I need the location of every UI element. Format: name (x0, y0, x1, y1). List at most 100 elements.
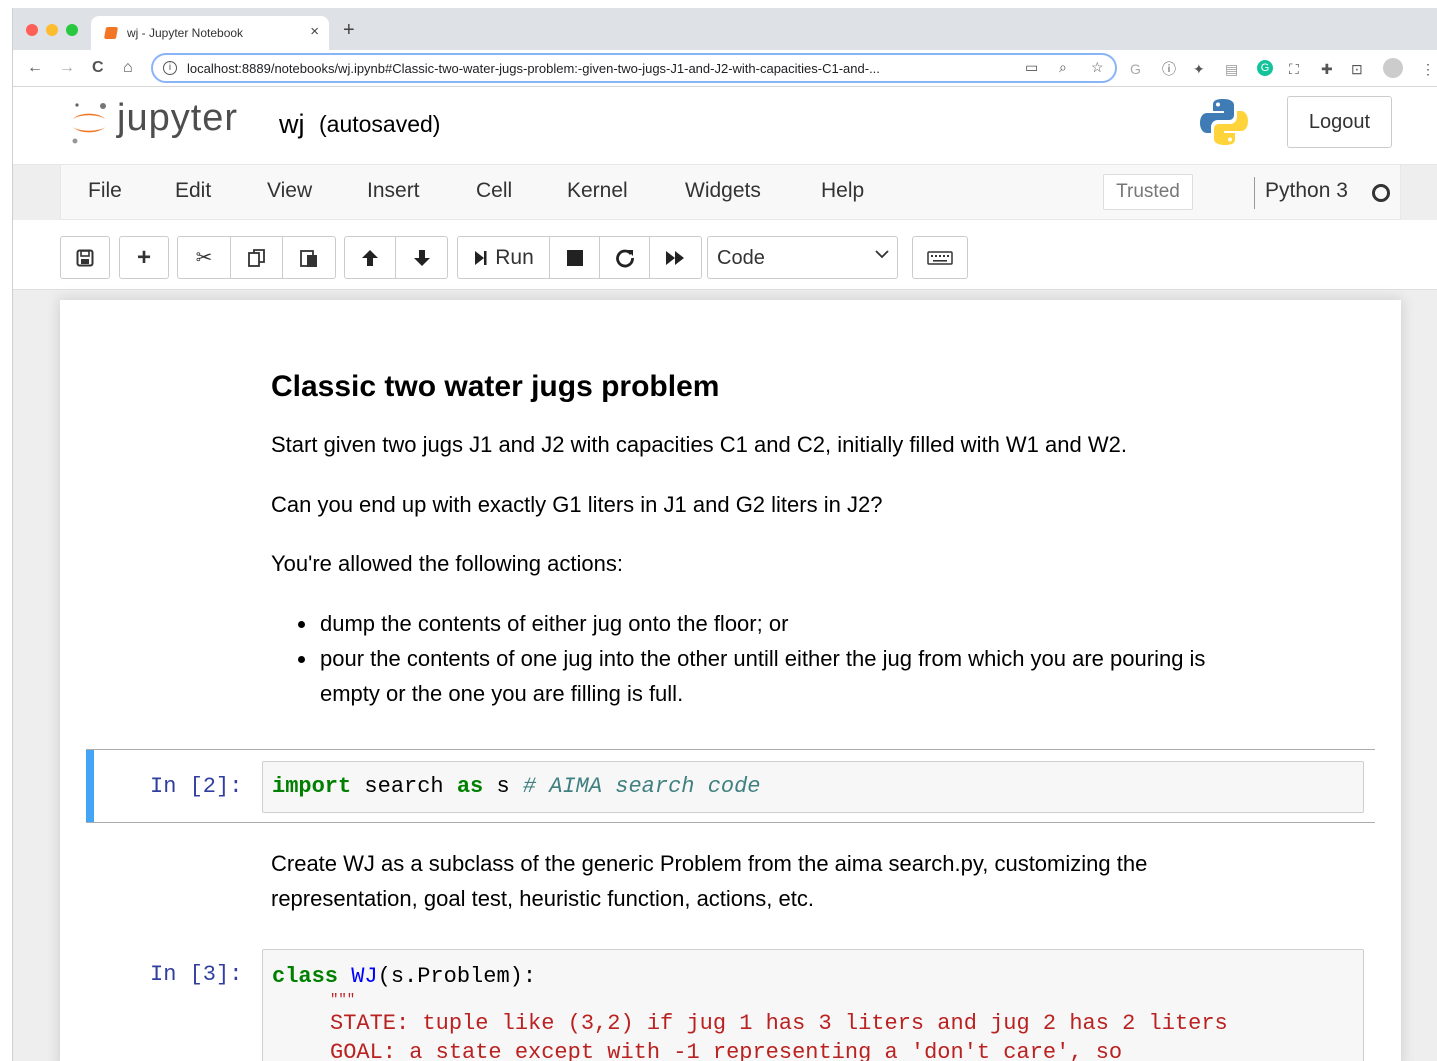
stop-icon (566, 249, 583, 266)
menu-edit[interactable]: Edit (175, 179, 211, 203)
extension-pin-icon[interactable]: ✦ (1193, 60, 1205, 78)
browser-toolbar: ← → C ⌂ i localhost:8889/notebooks/wj.ip… (13, 50, 1437, 87)
browser-menu-icon[interactable]: ⋮ (1421, 60, 1435, 78)
notebook-name[interactable]: wj (279, 109, 305, 140)
code-editor[interactable]: import search as s # AIMA search code (262, 761, 1364, 813)
extension-info-icon[interactable]: ⓘ (1162, 60, 1176, 78)
notebook-body: File Edit View Insert Cell Kernel Widget… (13, 165, 1437, 1061)
cast-icon[interactable]: ⊡ (1351, 60, 1363, 78)
arrow-down-icon (413, 249, 430, 266)
extension-clipboard-icon[interactable]: ▤ (1225, 60, 1238, 78)
profile-avatar-icon[interactable] (1383, 58, 1403, 78)
toolbar-group-save (60, 236, 110, 279)
markdown-paragraph: Start given two jugs J1 and J2 with capa… (271, 432, 1127, 457)
menu-cell[interactable]: Cell (476, 179, 512, 203)
code-text: s (483, 774, 523, 799)
code-editor[interactable]: class WJ(s.Problem): """ STATE: tuple like… (262, 949, 1364, 1061)
forward-button[interactable]: → (59, 58, 75, 78)
insert-cell-button[interactable]: + (120, 237, 168, 278)
extensions-puzzle-icon[interactable]: ✚ (1321, 60, 1333, 78)
jupyter-logo-text: jupyter (117, 97, 239, 139)
code-docstring: STATE: tuple like (3,2) if jug 1 has 3 l… (330, 1011, 1228, 1036)
copy-button[interactable] (231, 237, 283, 278)
logout-button[interactable]: Logout (1287, 96, 1392, 148)
copy-icon (247, 248, 265, 267)
plus-icon: + (136, 243, 151, 271)
tab-strip: wj - Jupyter Notebook × + (13, 8, 1437, 50)
minimize-window-button[interactable] (46, 24, 58, 36)
list-item: pour the contents of one jug into the ot… (320, 646, 1206, 671)
move-down-button[interactable] (396, 237, 447, 278)
code-keyword: as (456, 774, 484, 799)
back-button[interactable]: ← (27, 58, 43, 78)
code-docstring: """ (330, 992, 356, 1008)
grammarly-icon[interactable]: G (1257, 60, 1273, 76)
tab-close-icon[interactable]: × (310, 23, 319, 40)
browser-tab-active[interactable]: wj - Jupyter Notebook × (91, 16, 329, 50)
interrupt-button[interactable] (550, 237, 600, 278)
home-button[interactable]: ⌂ (123, 58, 133, 78)
markdown-paragraph: Create WJ as a subclass of the generic P… (271, 851, 1148, 876)
address-bar[interactable]: i localhost:8889/notebooks/wj.ipynb#Clas… (151, 53, 1117, 83)
list-item-continuation: empty or the one you are filling is full… (320, 681, 684, 706)
code-keyword: class (272, 964, 339, 989)
bookmark-star-icon[interactable]: ☆ (1091, 59, 1104, 76)
cell-type-select[interactable]: Code (707, 236, 898, 279)
paste-button[interactable] (283, 237, 335, 278)
restart-button[interactable] (600, 237, 650, 278)
screenshot-icon[interactable]: ⛶ (1289, 60, 1299, 78)
menu-help[interactable]: Help (821, 179, 864, 203)
move-up-button[interactable] (345, 237, 396, 278)
site-info-icon[interactable]: i (163, 61, 177, 75)
autosave-status: (autosaved) (319, 111, 441, 137)
notebook-toolbar: + ✂ Run Code (13, 220, 1437, 290)
maximize-window-button[interactable] (66, 24, 78, 36)
fast-forward-icon (665, 250, 684, 265)
menu-view[interactable]: View (267, 179, 312, 203)
markdown-paragraph: You're allowed the following actions: (271, 551, 623, 576)
cell-prompt: In [3]: (150, 962, 243, 987)
menu-kernel[interactable]: Kernel (567, 179, 628, 203)
scissors-icon: ✂ (195, 247, 213, 269)
toolbar-group-move (344, 236, 448, 279)
list-item: dump the contents of either jug onto the… (320, 611, 789, 636)
markdown-paragraph: representation, goal test, heuristic fun… (271, 886, 814, 911)
toolbar-group-run: Run (457, 236, 702, 279)
markdown-heading: Classic two water jugs problem (271, 370, 720, 403)
address-url[interactable]: localhost:8889/notebooks/wj.ipynb#Classi… (187, 61, 1009, 76)
command-palette-button[interactable] (912, 236, 968, 279)
menu-file[interactable]: File (88, 179, 122, 203)
kernel-name[interactable]: Python 3 (1265, 179, 1348, 203)
zoom-icon[interactable]: ⌕ (1059, 59, 1067, 76)
cell-prompt: In [2]: (150, 774, 243, 799)
menubar: File Edit View Insert Cell Kernel Widget… (60, 165, 1401, 220)
python-logo-icon (1200, 99, 1248, 145)
code-docstring: GOAL: a state except with -1 representin… (330, 1040, 1123, 1061)
markdown-paragraph: Can you end up with exactly G1 liters in… (271, 492, 883, 517)
reload-button[interactable]: C (92, 58, 104, 78)
restart-run-all-button[interactable] (650, 237, 701, 278)
tab-title: wj - Jupyter Notebook (127, 26, 244, 40)
cast-tab-icon[interactable]: ▭ (1025, 59, 1038, 76)
code-line: class WJ(s.Problem): (272, 962, 1363, 991)
trusted-indicator[interactable]: Trusted (1103, 174, 1193, 210)
code-cell-selected[interactable]: In [2]: import search as s # AIMA search… (86, 749, 1375, 823)
save-button[interactable] (61, 237, 109, 278)
close-window-button[interactable] (26, 24, 38, 36)
menu-insert[interactable]: Insert (367, 179, 420, 203)
browser-window: wj - Jupyter Notebook × + ← → C ⌂ i loca… (12, 8, 1437, 1061)
save-icon (76, 249, 94, 266)
keyboard-icon (927, 250, 953, 265)
code-class-name: WJ (351, 964, 378, 989)
cut-button[interactable]: ✂ (178, 237, 231, 278)
new-tab-button[interactable]: + (343, 20, 355, 40)
code-text: (s.Problem): (377, 964, 537, 989)
notebook-container: Classic two water jugs problem Start giv… (60, 300, 1401, 1061)
code-comment: # AIMA search code (522, 774, 761, 799)
jupyter-favicon-icon (103, 27, 119, 39)
paste-icon (300, 249, 317, 267)
menu-widgets[interactable]: Widgets (685, 179, 761, 203)
run-label: Run (495, 245, 534, 269)
run-button[interactable]: Run (458, 237, 550, 278)
extension-g-icon[interactable]: G (1130, 60, 1141, 78)
